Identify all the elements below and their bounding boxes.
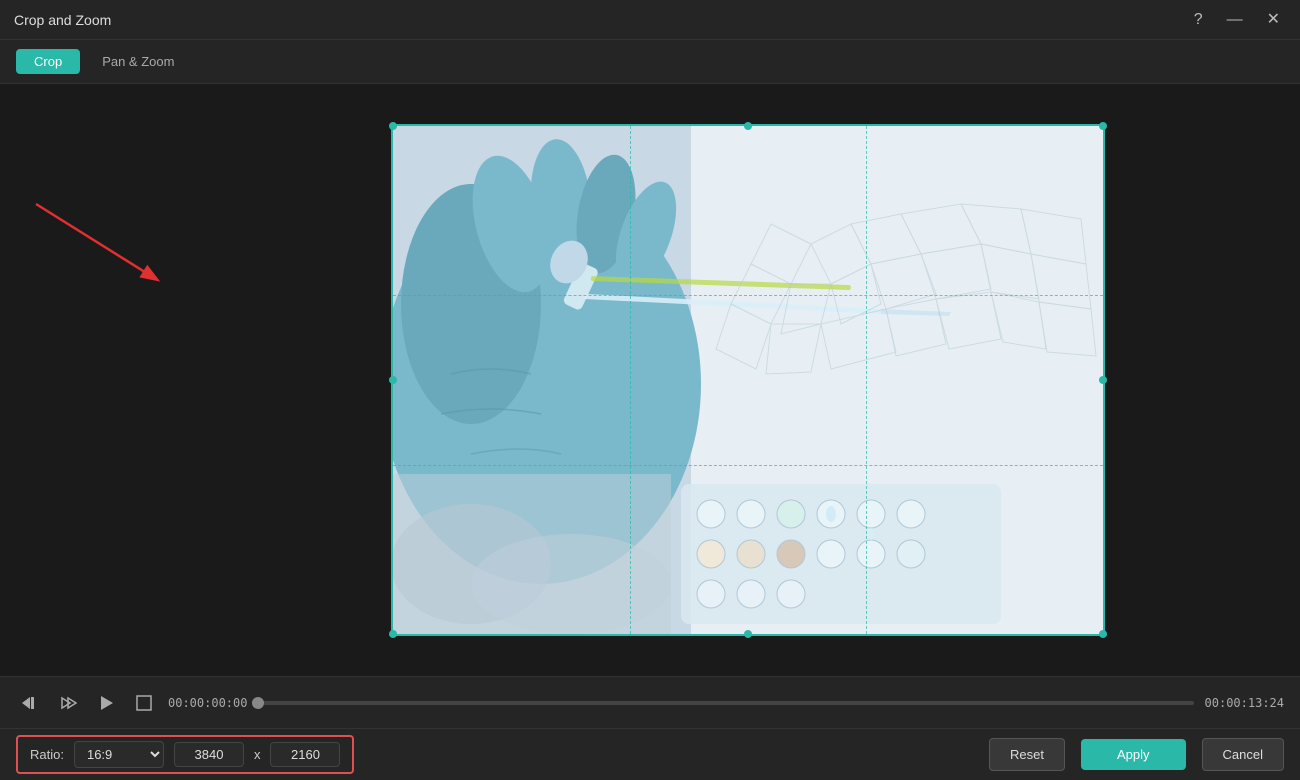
square-button[interactable] <box>130 689 158 717</box>
help-button[interactable]: ? <box>1188 10 1209 30</box>
tabs-bar: Crop Pan & Zoom <box>0 40 1300 84</box>
time-current: 00:00:00:00 <box>168 696 248 710</box>
width-input[interactable] <box>174 742 244 767</box>
ratio-label: Ratio: <box>30 747 64 762</box>
title-bar-controls: ? — ✕ <box>1188 10 1286 30</box>
tab-crop[interactable]: Crop <box>16 49 80 74</box>
title-bar-left: Crop and Zoom <box>14 12 111 28</box>
main-content <box>0 84 1300 676</box>
progress-track[interactable] <box>258 701 1194 705</box>
step-forward-button[interactable] <box>54 689 82 717</box>
tab-pan-zoom[interactable]: Pan & Zoom <box>84 49 192 74</box>
ratio-select[interactable]: 16:9 4:3 1:1 9:16 Custom <box>74 741 164 768</box>
reset-button[interactable]: Reset <box>989 738 1065 771</box>
progress-thumb[interactable] <box>252 697 264 709</box>
close-button[interactable]: ✕ <box>1261 10 1286 30</box>
height-input[interactable] <box>270 742 340 767</box>
dark-left-region <box>195 124 391 636</box>
apply-button[interactable]: Apply <box>1081 739 1186 770</box>
minimize-button[interactable]: — <box>1221 10 1249 30</box>
time-end: 00:00:13:24 <box>1204 696 1284 710</box>
window-title: Crop and Zoom <box>14 12 111 28</box>
red-arrow <box>16 184 176 309</box>
rewind-button[interactable] <box>16 689 44 717</box>
play-button[interactable] <box>92 689 120 717</box>
ratio-section: Ratio: 16:9 4:3 1:1 9:16 Custom x <box>16 735 354 774</box>
bottom-bar: Ratio: 16:9 4:3 1:1 9:16 Custom x Reset … <box>0 728 1300 780</box>
cancel-button[interactable]: Cancel <box>1202 738 1284 771</box>
preview-area <box>0 84 1300 676</box>
lab-image <box>391 124 1105 636</box>
dimension-separator: x <box>254 747 261 762</box>
video-frame <box>195 124 1105 636</box>
timeline-bar: 00:00:00:00 00:00:13:24 <box>0 676 1300 728</box>
title-bar: Crop and Zoom ? — ✕ <box>0 0 1300 40</box>
